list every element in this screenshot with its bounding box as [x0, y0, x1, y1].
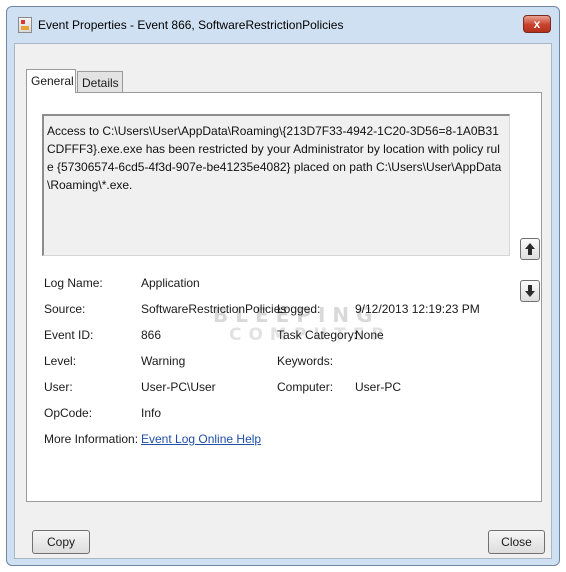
opcode-value[interactable]: Info [141, 406, 161, 420]
task-category-label: Task Category: [277, 328, 358, 342]
source-label: Source: [44, 302, 86, 316]
event-log-online-help-link[interactable]: Event Log Online Help [141, 432, 261, 446]
window-close-button[interactable]: x [523, 15, 551, 33]
dialog-client-area: General Details Access to C:\Users\User\… [14, 43, 552, 559]
previous-event-button[interactable] [520, 238, 540, 260]
title-bar[interactable]: Event Properties - Event 866, SoftwareRe… [7, 7, 559, 43]
level-value[interactable]: Warning [141, 354, 185, 368]
log-name-value[interactable]: Application [141, 276, 200, 290]
logged-label: Logged: [277, 302, 321, 316]
log-name-label: Log Name: [44, 276, 103, 290]
keywords-label: Keywords: [277, 354, 334, 368]
tab-details[interactable]: Details [77, 71, 123, 93]
level-label: Level: [44, 354, 77, 368]
window-title: Event Properties - Event 866, SoftwareRe… [38, 18, 344, 32]
next-event-button[interactable] [520, 280, 540, 302]
source-value[interactable]: SoftwareRestrictionPolicies [141, 302, 286, 316]
more-information-label: More Information: [44, 432, 139, 446]
logged-value[interactable]: 9/12/2013 12:19:23 PM [355, 302, 480, 316]
event-properties-window: Event Properties - Event 866, SoftwareRe… [6, 6, 560, 566]
event-id-value[interactable]: 866 [141, 328, 161, 342]
tab-general-label: General [31, 74, 74, 88]
tab-general[interactable]: General [26, 69, 76, 93]
general-tab-panel: Access to C:\Users\User\AppData\Roaming\… [26, 92, 542, 502]
tab-details-label: Details [82, 76, 119, 90]
event-id-label: Event ID: [44, 328, 94, 342]
computer-label: Computer: [277, 380, 334, 394]
close-button-label: Close [501, 535, 532, 549]
event-viewer-icon [18, 17, 32, 33]
event-message-text: Access to C:\Users\User\AppData\Roaming\… [47, 124, 502, 192]
arrow-down-icon [525, 285, 535, 297]
event-message-box[interactable]: Access to C:\Users\User\AppData\Roaming\… [42, 114, 510, 256]
arrow-up-icon [525, 243, 535, 255]
user-label: User: [44, 380, 73, 394]
user-value[interactable]: User-PC\User [141, 380, 216, 394]
task-category-value[interactable]: None [355, 328, 384, 342]
opcode-label: OpCode: [44, 406, 93, 420]
close-button[interactable]: Close [488, 530, 545, 554]
copy-button-label: Copy [46, 535, 75, 549]
computer-value[interactable]: User-PC [355, 380, 401, 394]
close-icon: x [533, 17, 541, 31]
copy-button[interactable]: Copy [32, 530, 90, 554]
